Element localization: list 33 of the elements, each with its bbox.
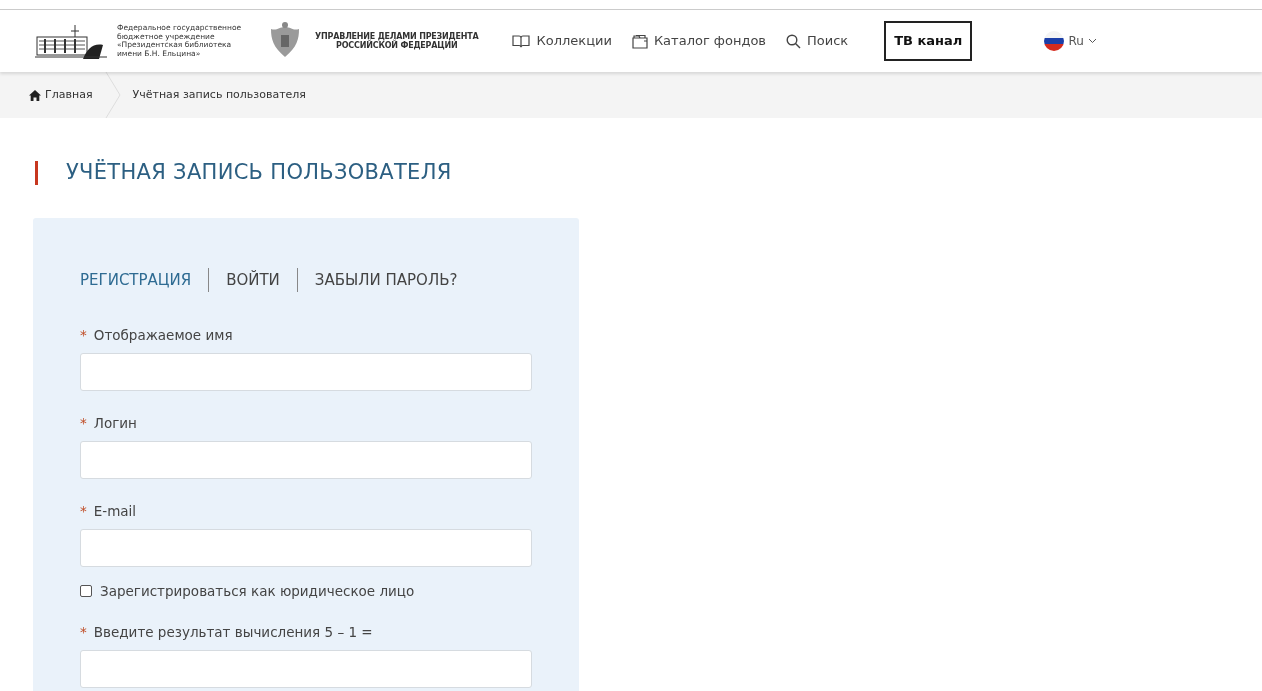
field-label: Отображаемое имя [93,325,233,345]
book-icon [512,34,531,48]
nav-link[interactable]: Каталог фондов [631,31,767,51]
input-field[interactable] [80,353,532,391]
form-tab[interactable]: ЗАБЫЛИ ПАРОЛЬ? [314,268,458,292]
home-breadcrumb[interactable]: Главная [29,86,93,104]
chevron-down-icon [1087,38,1097,44]
required-asterisk: * [80,413,87,433]
language-selector[interactable]: Ru [1044,31,1097,51]
russia-flag-icon [1044,31,1065,51]
form-tab[interactable]: ВОЙТИ [226,268,280,292]
input-field[interactable] [80,441,532,479]
input-field[interactable] [80,529,532,567]
nav-link[interactable]: Коллекции [512,31,612,51]
field-label: Логин [93,413,137,433]
breadcrumb-separator [104,72,121,118]
breadcrumb-item[interactable]: Учётная запись пользователя [132,86,306,104]
page-title: УЧЁТНАЯ ЗАПИСЬ ПОЛЬЗОВАТЕЛЯ [66,158,452,187]
nav-link[interactable]: Поиск [786,31,849,51]
administration-name: УПРАВЛЕНИЕ ДЕЛАМИ ПРЕЗИДЕНТА РОССИЙСКОЙ ФЕДЕРАЦИИ [315,32,479,50]
folder-icon [631,33,648,49]
home-icon [29,89,41,101]
field-label: Введите результат вычисления 5 – 1 = [93,622,373,642]
required-asterisk: * [80,501,87,521]
checkbox[interactable] [80,585,92,597]
required-asterisk: * [80,325,87,345]
search-icon [786,33,802,49]
required-asterisk: * [80,622,87,642]
form-tab[interactable]: РЕГИСТРАЦИЯ [80,268,192,292]
checkbox-label: Зарегистрироваться как юридическое лицо [100,581,415,601]
field-label: E-mail [93,501,137,521]
tv-channel-button[interactable]: ТВ канал [884,21,973,61]
input-field[interactable] [80,650,532,688]
